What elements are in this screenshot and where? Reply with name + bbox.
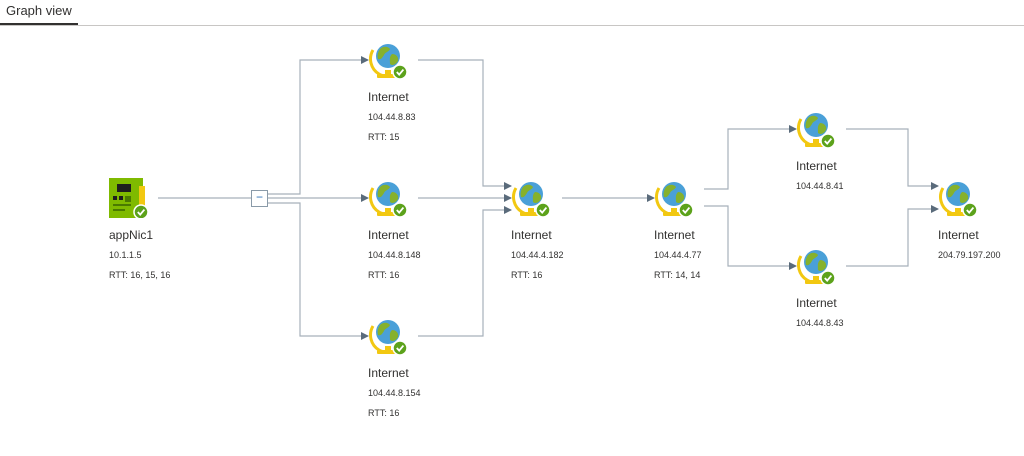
node-name: Internet (368, 228, 409, 242)
node-hop1a: Internet 104.44.8.83 RTT: 15 (368, 40, 488, 180)
node-name: Internet (654, 228, 695, 242)
node-ip: 104.44.8.154 (368, 388, 421, 398)
node-ip: 104.44.4.182 (511, 250, 564, 260)
node-ip: 204.79.197.200 (938, 250, 1001, 260)
edge-split-hop1c (268, 202, 369, 340)
node-rtt: RTT: 15 (368, 132, 400, 142)
node-hop1c: Internet 104.44.8.154 RTT: 16 (368, 316, 488, 456)
node-appnic: appNic1 10.1.1.5 RTT: 16, 15, 16 (109, 178, 229, 318)
globe-icon[interactable] (368, 178, 408, 218)
globe-icon[interactable] (796, 109, 836, 149)
collapse-button[interactable]: − (251, 190, 268, 207)
globe-icon[interactable] (368, 316, 408, 356)
node-hop4a: Internet 104.44.8.41 (796, 109, 916, 249)
node-ip: 104.44.8.148 (368, 250, 421, 260)
node-name: appNic1 (109, 228, 154, 242)
node-rtt: RTT: 16, 15, 16 (109, 270, 171, 280)
node-name: Internet (938, 228, 979, 242)
node-ip: 104.44.8.43 (796, 318, 844, 328)
node-hop2: Internet 104.44.4.182 RTT: 16 (511, 178, 631, 318)
node-rtt: RTT: 16 (368, 408, 400, 418)
globe-icon[interactable] (511, 178, 551, 218)
tab-bar: Graph view (0, 0, 1024, 26)
globe-icon[interactable] (368, 40, 408, 80)
globe-icon[interactable] (938, 178, 978, 218)
node-hop1b: Internet 104.44.8.148 RTT: 16 (368, 178, 488, 318)
network-interface-icon[interactable] (109, 178, 149, 218)
node-destination: Internet 204.79.197.200 (938, 178, 1024, 318)
node-hop3: Internet 104.44.4.77 RTT: 14, 14 (654, 178, 774, 318)
tab-graph-view[interactable]: Graph view (0, 0, 78, 25)
node-ip: 10.1.1.5 (109, 250, 142, 260)
globe-icon[interactable] (654, 178, 694, 218)
node-name: Internet (368, 90, 409, 104)
node-hop4b: Internet 104.44.8.43 (796, 246, 916, 386)
node-name: Internet (511, 228, 552, 242)
node-name: Internet (796, 296, 837, 310)
node-ip: 104.44.8.41 (796, 181, 844, 191)
node-rtt: RTT: 14, 14 (654, 270, 701, 280)
edge-split-hop1a (268, 56, 369, 195)
node-ip: 104.44.8.83 (368, 112, 416, 122)
node-rtt: RTT: 16 (368, 270, 400, 280)
node-rtt: RTT: 16 (511, 270, 543, 280)
graph-canvas: − appNic1 10.1.1.5 RTT: 16, 15, 16 Inter… (0, 26, 1024, 431)
node-ip: 104.44.4.77 (654, 250, 702, 260)
globe-icon[interactable] (796, 246, 836, 286)
node-name: Internet (796, 159, 837, 173)
node-name: Internet (368, 366, 409, 380)
